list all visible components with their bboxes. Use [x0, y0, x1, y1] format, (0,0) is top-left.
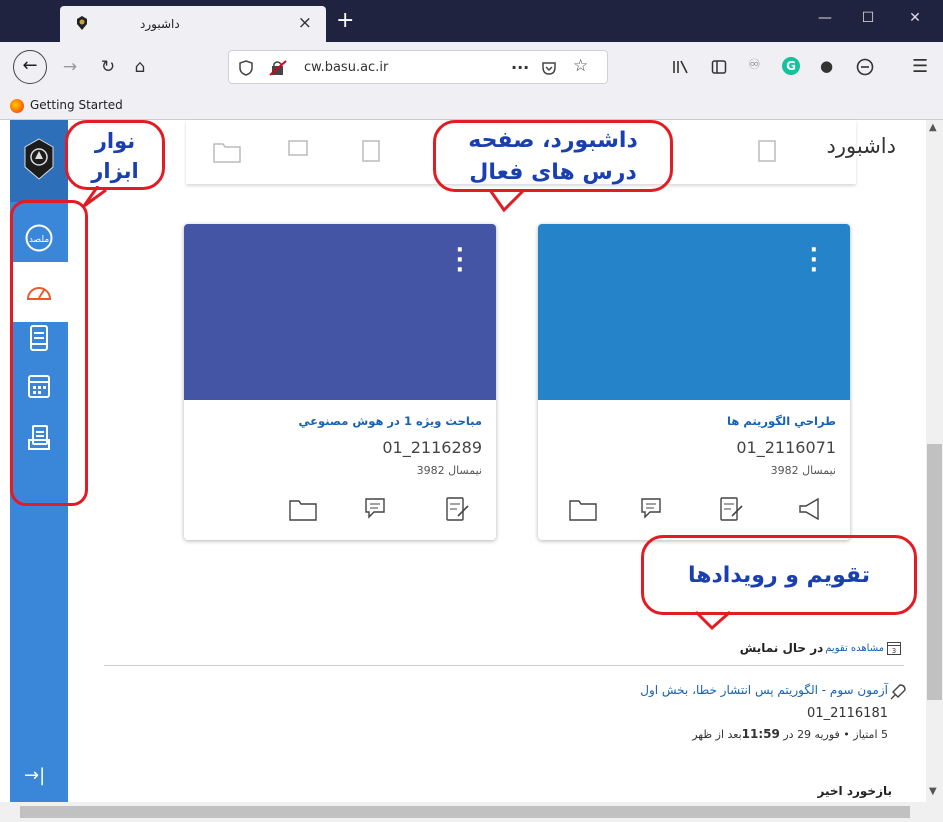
announcement-icon[interactable]	[796, 494, 826, 524]
grammarly-icon[interactable]: G	[782, 57, 800, 75]
annotation-calendar-text: تقویم و رویدادها	[687, 563, 871, 588]
course-menu-icon[interactable]: · · ·	[456, 240, 464, 282]
url-text[interactable]: cw.basu.ac.ir	[304, 60, 388, 75]
event-meta: 5 امتیاز • فوریه 29 در 11:59بعد از ظهر	[692, 727, 888, 741]
quiz-rocket-icon	[890, 684, 906, 700]
main-content: داشبورد · · · طراحي الگوريتم ها 01_2116071…	[68, 120, 926, 802]
assignment-icon[interactable]	[360, 138, 386, 164]
forum-icon[interactable]	[362, 494, 392, 524]
forum-icon[interactable]	[286, 138, 312, 164]
logo-area	[10, 120, 68, 202]
annotation-toolbar-line2: ابزار	[91, 159, 139, 183]
site-logo-icon	[77, 16, 87, 30]
annotation-pointer	[694, 610, 731, 631]
svg-text:3: 3	[892, 647, 896, 655]
back-button[interactable]: ←	[13, 50, 47, 84]
course-term: نیمسال 3982	[770, 464, 836, 477]
event-meta-prefix: 5 امتیاز • فوریه 29 در	[779, 728, 888, 741]
annotation-dashboard-line1: داشبورد، صفحه	[468, 128, 638, 153]
minimize-button[interactable]: —	[815, 10, 835, 30]
folder-icon[interactable]	[568, 494, 598, 524]
home-button[interactable]: ⌂	[128, 55, 152, 79]
page-title: داشبورد	[826, 134, 896, 158]
vertical-scrollbar-thumb[interactable]	[927, 444, 942, 700]
new-tab-button[interactable]: +	[336, 8, 354, 33]
annotation-dashboard-line2: درس های فعال	[469, 160, 637, 185]
course-term: نیمسال 3982	[416, 464, 482, 477]
view-calendar-link[interactable]: مشاهده تقویم	[825, 643, 884, 654]
scroll-up-icon[interactable]: ▲	[929, 122, 937, 133]
bookmark-star-icon[interactable]: ☆	[573, 56, 588, 76]
account-icon[interactable]	[856, 58, 874, 76]
bookmarks-bar: Getting Started	[0, 92, 943, 120]
tab-close-button[interactable]: ×	[298, 13, 312, 33]
horizontal-scrollbar-thumb[interactable]	[20, 806, 910, 818]
close-window-button[interactable]: ✕	[905, 10, 925, 30]
calendar-icon: 3	[887, 642, 901, 655]
forum-icon[interactable]	[638, 494, 668, 524]
pocket-icon[interactable]	[541, 60, 557, 76]
browser-titlebar: داشبورد × + — ☐ ✕	[0, 0, 943, 42]
maximize-button[interactable]: ☐	[858, 10, 878, 30]
event-time: 11:59	[741, 727, 780, 741]
menu-icon[interactable]: ☰	[912, 56, 928, 77]
folder-icon[interactable]	[288, 494, 318, 524]
sidebar-toggle-icon[interactable]	[711, 59, 727, 75]
course-code: 01_2116289	[382, 438, 482, 457]
folder-icon[interactable]	[212, 140, 242, 164]
library-icon[interactable]	[672, 59, 690, 75]
event-title-link[interactable]: آزمون سوم - الگوریتم پس انتشار خطا، بخش …	[640, 683, 888, 697]
forward-button[interactable]: →	[58, 55, 82, 79]
firefox-icon	[10, 99, 24, 113]
tab-title: داشبورد	[140, 17, 180, 31]
url-bar[interactable]: cw.basu.ac.ir ··· ☆	[228, 50, 608, 84]
collapse-sidebar-icon[interactable]: →|	[24, 765, 45, 786]
annotation-pointer	[82, 186, 107, 208]
annotation-toolbar-line1: نوار	[94, 129, 136, 153]
event-course-code: 01_2116181	[807, 706, 888, 721]
page-actions-button[interactable]: ···	[511, 58, 529, 77]
shield-icon[interactable]	[239, 60, 253, 76]
calendar-heading-row: 3 مشاهده تقویم در حال نمایش	[740, 640, 902, 656]
scroll-down-icon[interactable]: ▼	[929, 786, 937, 797]
course-banner[interactable]	[538, 224, 850, 400]
extension-puzzle-icon[interactable]: ●	[820, 57, 833, 75]
bookmark-getting-started[interactable]: Getting Started	[30, 98, 123, 112]
course-card[interactable]: · · · مباحث ويژه 1 در هوش مصنوعي 01_211628…	[184, 224, 496, 540]
navigation-toolbar: ← → ↻ ⌂ cw.basu.ac.ir ··· ☆ ♾ G ● ☰	[0, 42, 943, 92]
extension-icon[interactable]: ♾	[748, 57, 761, 73]
annotation-toolbar-outline	[10, 200, 88, 506]
divider	[104, 665, 904, 666]
recent-feedback-heading: بازخورد اخیر	[817, 784, 892, 798]
course-card[interactable]: · · · طراحي الگوريتم ها 01_2116071 نیمسال …	[538, 224, 850, 540]
course-menu-icon[interactable]: · · ·	[810, 240, 818, 282]
annotation-pointer	[488, 188, 526, 213]
course-banner[interactable]	[184, 224, 496, 400]
calendar-heading: در حال نمایش	[739, 641, 824, 655]
course-title[interactable]: مباحث ويژه 1 در هوش مصنوعي	[299, 414, 482, 428]
annotation-dashboard: داشبورد، صفحه درس های فعال	[433, 120, 673, 192]
annotation-calendar: تقویم و رویدادها	[641, 535, 917, 615]
course-title[interactable]: طراحي الگوريتم ها	[727, 414, 836, 428]
event-meta-suffix: بعد از ظهر	[692, 728, 742, 741]
assignment-icon[interactable]	[442, 494, 472, 524]
assignment-icon[interactable]	[716, 494, 746, 524]
course-code: 01_2116071	[736, 438, 836, 457]
assignment-icon[interactable]	[756, 138, 782, 164]
insecure-lock-icon[interactable]	[269, 60, 287, 76]
browser-tab[interactable]: داشبورد ×	[60, 6, 326, 42]
university-logo-icon	[24, 138, 54, 180]
annotation-toolbar: نوار ابزار	[65, 120, 165, 190]
reload-button[interactable]: ↻	[96, 55, 120, 79]
